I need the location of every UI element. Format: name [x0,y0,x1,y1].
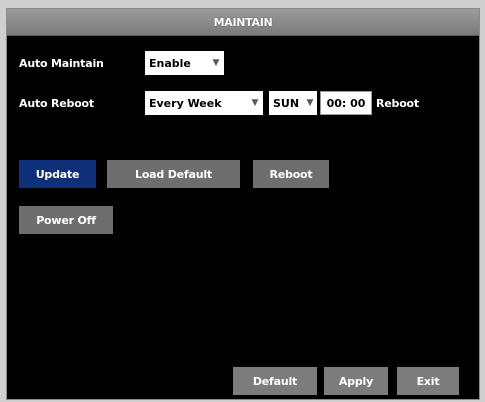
default-button[interactable]: Default [233,367,317,395]
apply-button[interactable]: Apply [324,367,388,395]
auto-maintain-label: Auto Maintain [19,57,104,70]
reboot-day-value: SUN [273,96,300,110]
auto-maintain-value: Enable [149,56,191,70]
dropdown-arrow-icon: ▼ [212,58,220,68]
reboot-time-suffix: Reboot [376,97,419,110]
reboot-time-input[interactable]: 00: 00 [320,91,372,115]
screen-frame: MAINTAIN Auto Maintain Enable ▼ Auto Reb… [0,0,485,402]
reboot-button[interactable]: Reboot [253,160,329,188]
reboot-frequency-value: Every Week [149,96,222,110]
dropdown-arrow-icon: ▼ [251,98,259,108]
dialog-title: MAINTAIN [7,9,479,36]
maintain-dialog: MAINTAIN Auto Maintain Enable ▼ Auto Reb… [6,8,480,400]
exit-button[interactable]: Exit [397,367,459,395]
auto-maintain-select[interactable]: Enable ▼ [145,51,224,75]
load-default-button[interactable]: Load Default [107,160,240,188]
reboot-frequency-select[interactable]: Every Week ▼ [145,91,263,115]
update-button[interactable]: Update [19,160,96,188]
auto-reboot-label: Auto Reboot [19,97,94,110]
power-off-button[interactable]: Power Off [19,206,113,234]
reboot-day-select[interactable]: SUN ▼ [269,91,317,115]
dropdown-arrow-icon: ▼ [306,98,314,108]
